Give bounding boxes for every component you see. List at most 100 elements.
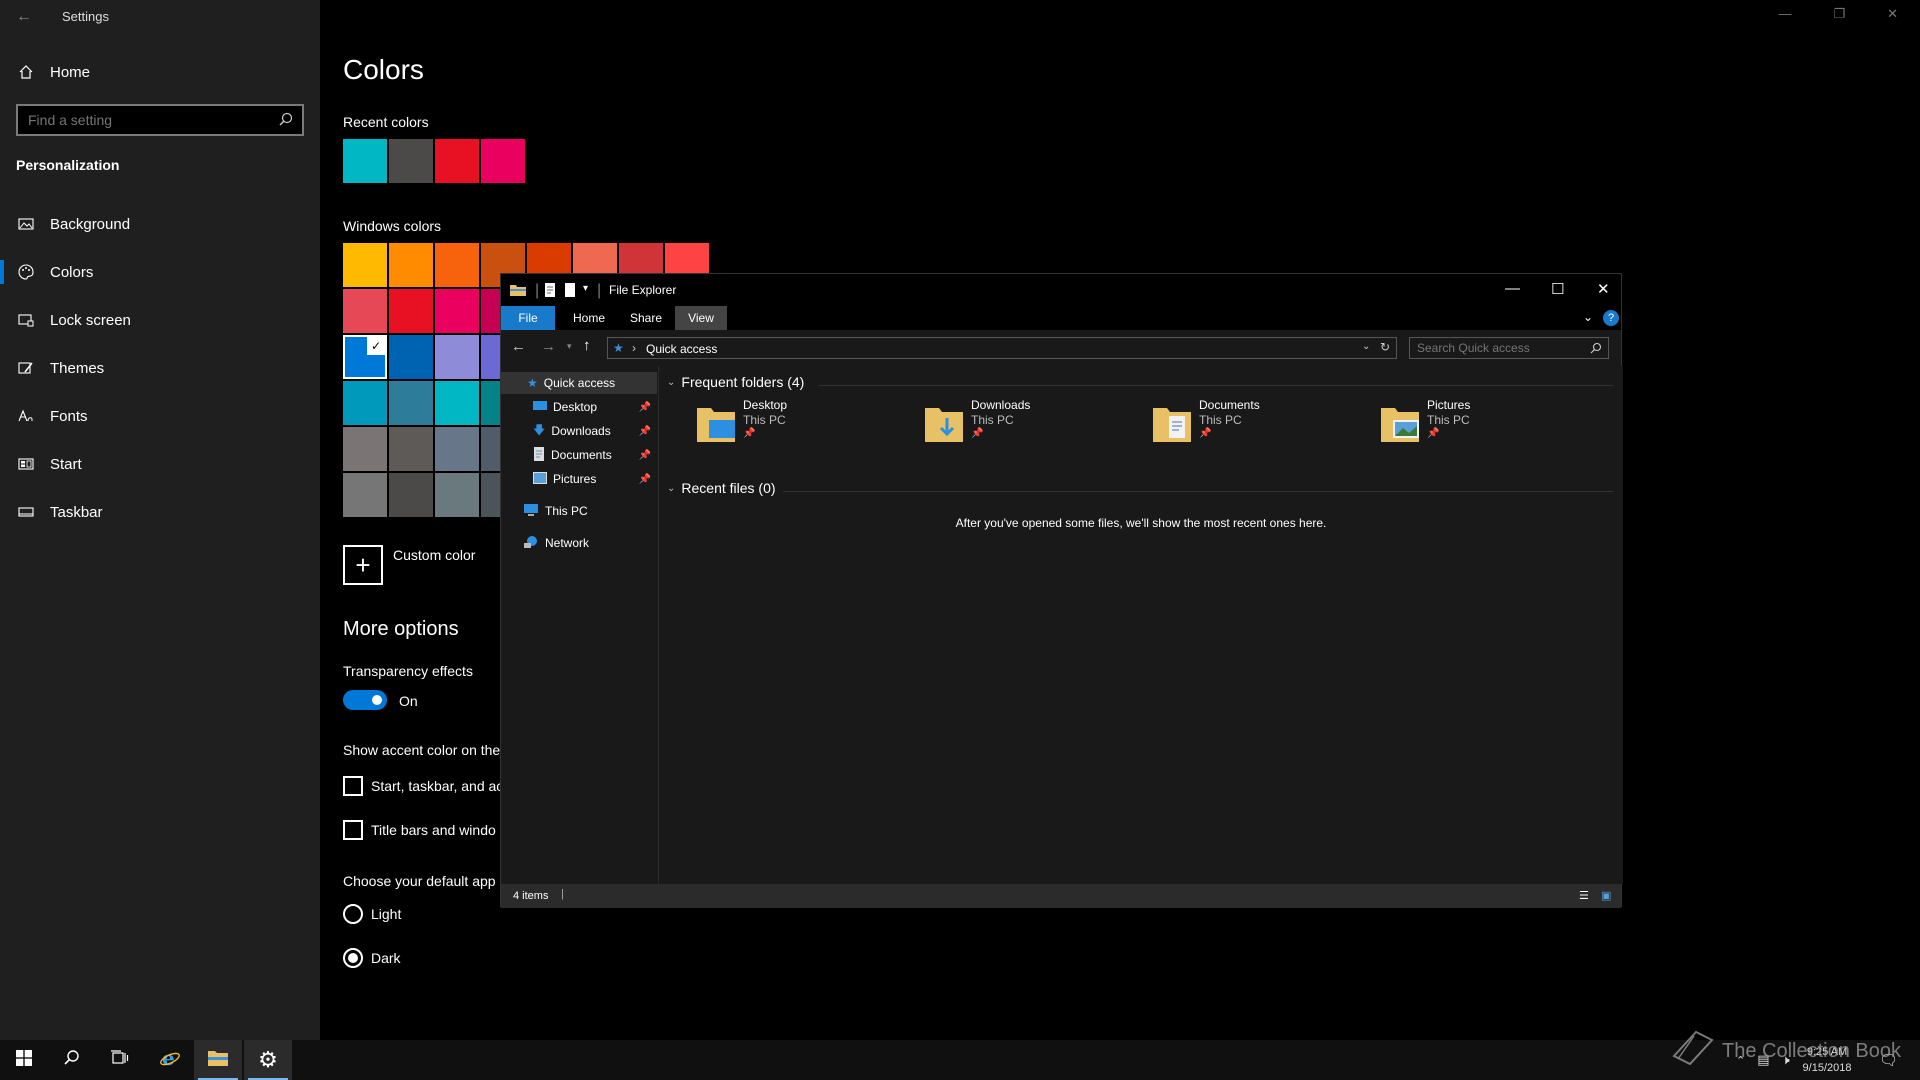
nav-lock-screen[interactable]: Lock screen	[0, 296, 320, 344]
tab-view[interactable]: View	[675, 306, 727, 330]
lock-screen-icon	[16, 310, 36, 330]
settings-sidebar: ← Settings Home Personalization Backgrou…	[0, 0, 320, 1040]
help-icon[interactable]: ?	[1603, 310, 1619, 326]
new-folder-icon[interactable]	[563, 282, 577, 303]
minimize-icon[interactable]: —	[1778, 6, 1791, 22]
tab-file[interactable]: File	[501, 306, 555, 330]
explorer-search[interactable]	[1409, 337, 1609, 359]
ribbon-expand-icon[interactable]: ⌄	[1583, 310, 1593, 324]
windows-color-swatch[interactable]: ✓	[343, 335, 387, 379]
explorer-search-input[interactable]	[1417, 341, 1587, 355]
close-icon[interactable]: ✕	[1887, 6, 1898, 22]
folder-location: This PC	[1199, 413, 1242, 427]
tree-pictures[interactable]: Pictures 📌	[501, 468, 657, 490]
windows-color-swatch[interactable]	[435, 289, 479, 333]
accent-surfaces-label: Show accent color on the	[343, 742, 501, 758]
windows-color-swatch[interactable]	[435, 243, 479, 287]
chevron-down-icon: ⌄	[667, 376, 676, 388]
windows-color-swatch[interactable]	[343, 243, 387, 287]
taskbar-search-button[interactable]	[48, 1040, 96, 1080]
recent-color-swatch[interactable]	[389, 139, 433, 183]
tree-downloads[interactable]: 🡇 Downloads 📌	[501, 420, 657, 442]
windows-color-swatch[interactable]	[389, 427, 433, 471]
folder-tile-desktop[interactable]: Desktop This PC 📌	[695, 398, 895, 448]
windows-color-swatch[interactable]	[343, 381, 387, 425]
frequent-folders-header[interactable]: ⌄ Frequent folders (4)	[667, 374, 804, 390]
tree-this-pc[interactable]: This PC	[501, 500, 657, 522]
windows-color-swatch[interactable]	[389, 473, 433, 517]
start-button[interactable]	[0, 1040, 48, 1080]
address-text: Quick access	[646, 342, 718, 356]
properties-icon[interactable]	[543, 282, 557, 303]
back-arrow-icon[interactable]: ←	[511, 338, 526, 355]
nav-fonts[interactable]: Fonts	[0, 392, 320, 440]
restore-icon[interactable]: ❐	[1833, 6, 1845, 22]
dark-mode-radio[interactable]	[343, 948, 363, 968]
folder-tile-downloads[interactable]: Downloads This PC 📌	[923, 398, 1123, 448]
minimize-icon[interactable]: —	[1505, 280, 1520, 297]
navigation-pane: ★ Quick access Desktop 📌 🡇 Downloads 📌 D…	[501, 366, 659, 884]
recent-color-swatch[interactable]	[435, 139, 479, 183]
recent-color-swatch[interactable]	[481, 139, 525, 183]
tree-desktop[interactable]: Desktop 📌	[501, 396, 657, 418]
titlebar-checkbox[interactable]	[343, 820, 363, 840]
tab-home[interactable]: Home	[561, 306, 617, 330]
tree-network-label: Network	[545, 536, 590, 550]
nav-start[interactable]: Start	[0, 440, 320, 488]
custom-color-button[interactable]: +	[343, 545, 383, 585]
taskbar-file-explorer[interactable]	[194, 1040, 242, 1080]
transparency-toggle[interactable]	[343, 690, 387, 710]
forward-arrow-icon[interactable]: →	[541, 338, 556, 355]
details-view-icon[interactable]: ☰	[1579, 889, 1589, 902]
tree-network[interactable]: Network	[501, 532, 657, 554]
windows-color-swatch[interactable]	[435, 427, 479, 471]
windows-color-swatch[interactable]	[389, 289, 433, 333]
windows-color-swatch[interactable]	[389, 381, 433, 425]
find-setting-search[interactable]	[16, 104, 304, 136]
refresh-icon[interactable]: ↻	[1380, 340, 1390, 354]
task-view-button[interactable]	[96, 1040, 144, 1080]
tree-quick-access[interactable]: ★ Quick access	[501, 372, 657, 394]
windows-color-swatch[interactable]	[435, 381, 479, 425]
start-taskbar-checkbox-label: Start, taskbar, and ac	[371, 778, 504, 794]
address-dropdown-icon[interactable]: ⌄	[1362, 341, 1370, 352]
custom-color-label[interactable]: Custom color	[393, 547, 475, 563]
large-icons-view-icon[interactable]: ▣	[1601, 889, 1611, 902]
windows-color-swatch[interactable]	[343, 289, 387, 333]
tab-share[interactable]: Share	[621, 306, 671, 330]
recent-files-header[interactable]: ⌄ Recent files (0)	[667, 480, 776, 496]
up-arrow-icon[interactable]: ↑	[583, 337, 591, 354]
nav-taskbar[interactable]: Taskbar	[0, 488, 320, 536]
tree-documents[interactable]: Documents 📌	[501, 444, 657, 466]
nav-home[interactable]: Home	[0, 48, 320, 96]
maximize-icon[interactable]: ☐	[1551, 280, 1564, 298]
search-icon[interactable]	[1590, 341, 1602, 359]
taskbar-internet-explorer[interactable]: e	[146, 1040, 194, 1080]
themes-icon	[16, 358, 36, 378]
recent-locations-chevron-icon[interactable]: ▾	[567, 341, 572, 352]
recent-color-swatch[interactable]	[343, 139, 387, 183]
windows-color-swatch[interactable]	[343, 473, 387, 517]
windows-color-swatch[interactable]	[435, 335, 479, 379]
windows-color-swatch[interactable]	[343, 427, 387, 471]
back-arrow-icon[interactable]: ←	[16, 8, 32, 26]
watermark: The Collection Book	[1670, 1028, 1901, 1074]
nav-background[interactable]: Background	[0, 200, 320, 248]
find-setting-input[interactable]	[28, 112, 268, 128]
light-mode-radio[interactable]	[343, 904, 363, 924]
address-bar[interactable]: ★ › Quick access ⌄ ↻	[607, 337, 1397, 359]
close-icon[interactable]: ✕	[1597, 280, 1610, 298]
search-icon[interactable]	[278, 112, 294, 133]
start-taskbar-checkbox[interactable]	[343, 776, 363, 796]
folder-tile-documents[interactable]: Documents This PC 📌	[1151, 398, 1351, 448]
explorer-titlebar[interactable]: | ▾ | File Explorer — ☐ ✕	[501, 274, 1621, 306]
nav-colors[interactable]: Colors	[0, 248, 320, 296]
folder-tile-pictures[interactable]: Pictures This PC 📌	[1379, 398, 1579, 448]
quick-access-toolbar-dropdown-icon[interactable]: ▾	[583, 283, 588, 294]
nav-home-label: Home	[50, 63, 91, 81]
windows-color-swatch[interactable]	[389, 243, 433, 287]
taskbar-settings[interactable]: ⚙	[244, 1040, 292, 1080]
windows-color-swatch[interactable]	[435, 473, 479, 517]
windows-color-swatch[interactable]	[389, 335, 433, 379]
nav-themes[interactable]: Themes	[0, 344, 320, 392]
